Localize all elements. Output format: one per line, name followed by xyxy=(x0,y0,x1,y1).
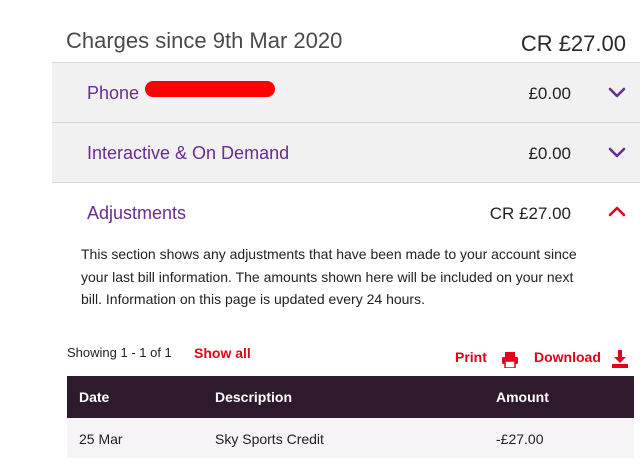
cell-amount: -£27.00 xyxy=(496,431,544,447)
chevron-up-icon[interactable] xyxy=(606,201,628,223)
printer-icon[interactable] xyxy=(501,352,519,368)
results-count: Showing 1 - 1 of 1 xyxy=(67,345,172,360)
section-label: Adjustments xyxy=(87,203,187,223)
show-all-link[interactable]: Show all xyxy=(194,345,251,361)
print-link[interactable]: Print xyxy=(455,349,487,365)
section-interactive-on-demand[interactable]: Interactive & On Demand £0.00 xyxy=(52,122,640,182)
column-header-description[interactable]: Description xyxy=(215,389,292,405)
download-link[interactable]: Download xyxy=(534,349,601,365)
redaction-mark xyxy=(145,81,275,97)
section-label: Interactive & On Demand xyxy=(87,143,290,163)
section-label: Phone xyxy=(87,83,140,103)
charges-title: Charges since 9th Mar 2020 xyxy=(66,28,343,53)
chevron-down-icon[interactable] xyxy=(606,81,628,103)
column-header-date[interactable]: Date xyxy=(79,389,109,405)
charges-header: Charges since 9th Mar 2020 CR £27.00 xyxy=(0,0,640,62)
cell-date: 25 Mar xyxy=(79,431,123,447)
table-row: 25 Mar Sky Sports Credit -£27.00 xyxy=(67,418,634,458)
column-header-amount[interactable]: Amount xyxy=(496,389,549,405)
section-amount: CR £27.00 xyxy=(489,204,571,223)
cell-description: Sky Sports Credit xyxy=(215,431,324,447)
charges-total: CR £27.00 xyxy=(520,31,626,56)
download-icon[interactable] xyxy=(612,350,628,368)
chevron-down-icon[interactable] xyxy=(606,141,628,163)
section-amount: £0.00 xyxy=(528,84,571,103)
section-adjustments[interactable]: Adjustments CR £27.00 xyxy=(52,182,640,242)
adjustments-description: This section shows any adjustments that … xyxy=(81,246,577,307)
section-amount: £0.00 xyxy=(528,144,571,163)
section-phone[interactable]: Phone £0.00 xyxy=(52,62,640,122)
table-header: Date Description Amount xyxy=(67,376,634,418)
